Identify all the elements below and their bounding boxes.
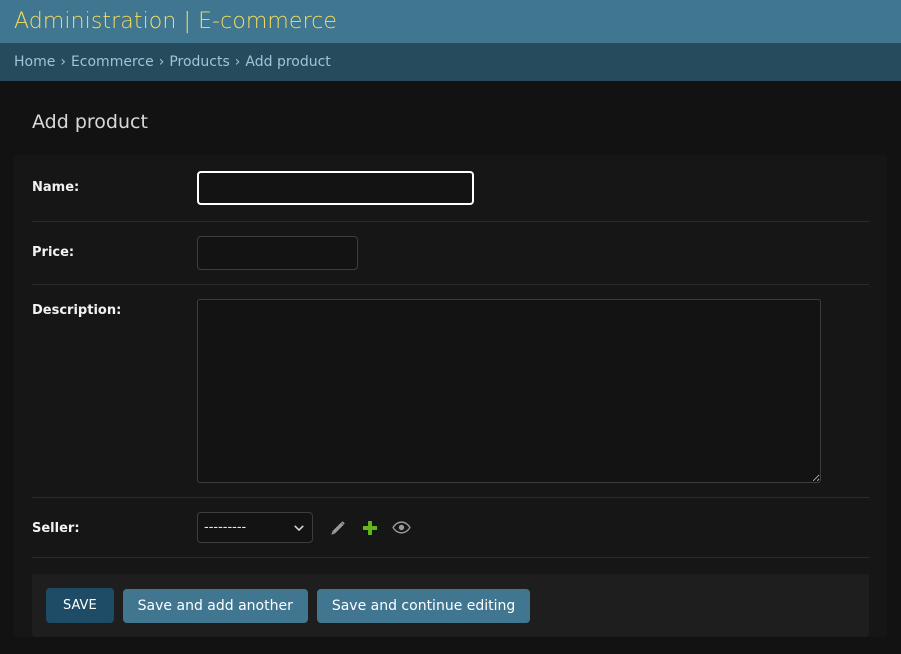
site-header: Administration | E-commerce [0, 0, 901, 43]
description-field-box [197, 299, 869, 483]
add-product-form: Name: Price: Description: Seller: ------… [14, 155, 887, 637]
save-button[interactable]: SAVE [46, 588, 114, 623]
breadcrumb-item-products[interactable]: Products [169, 54, 229, 70]
name-label: Name: [32, 180, 80, 195]
form-row-name: Name: [32, 155, 869, 222]
page-title: Add product [32, 111, 148, 133]
pencil-icon [330, 521, 344, 535]
save-and-add-another-button[interactable]: Save and add another [122, 588, 308, 623]
price-input[interactable] [197, 236, 358, 270]
related-widgets [328, 518, 411, 537]
form-row-price: Price: [32, 222, 869, 285]
seller-select-shell: --------- [197, 512, 313, 543]
breadcrumb-separator-icon: › [234, 54, 241, 70]
eye-icon [392, 521, 411, 534]
content-wrapper: Add product Name: Price: Description: Se… [0, 81, 901, 637]
content-area: Add product Name: Price: Description: Se… [0, 81, 901, 637]
add-related-link[interactable] [360, 518, 379, 537]
submit-row: SAVE Save and add another Save and conti… [32, 574, 869, 637]
name-field-box [197, 171, 869, 205]
breadcrumb-separator-icon: › [60, 54, 66, 70]
description-label: Description: [32, 303, 122, 318]
seller-select[interactable]: --------- [197, 512, 313, 543]
seller-label: Seller: [32, 521, 80, 536]
form-row-description: Description: [32, 285, 869, 498]
price-label: Price: [32, 245, 75, 260]
description-textarea[interactable] [197, 299, 821, 483]
plus-icon [362, 520, 377, 535]
form-row-seller: Seller: --------- [32, 498, 869, 558]
seller-field-box: --------- [197, 512, 869, 543]
breadcrumb-separator-icon: › [158, 54, 165, 70]
breadcrumb: Home › Ecommerce › Products › Add produc… [0, 43, 901, 81]
breadcrumb-item-add-product: Add product [245, 54, 331, 70]
breadcrumb-item-home[interactable]: Home [14, 54, 55, 70]
name-input[interactable] [197, 171, 474, 205]
change-related-link[interactable] [328, 518, 347, 537]
view-related-link[interactable] [392, 518, 411, 537]
site-title[interactable]: Administration | E-commerce [14, 9, 337, 34]
save-and-continue-editing-button[interactable]: Save and continue editing [316, 588, 531, 623]
breadcrumb-item-ecommerce[interactable]: Ecommerce [71, 54, 154, 70]
price-field-box [197, 236, 869, 270]
